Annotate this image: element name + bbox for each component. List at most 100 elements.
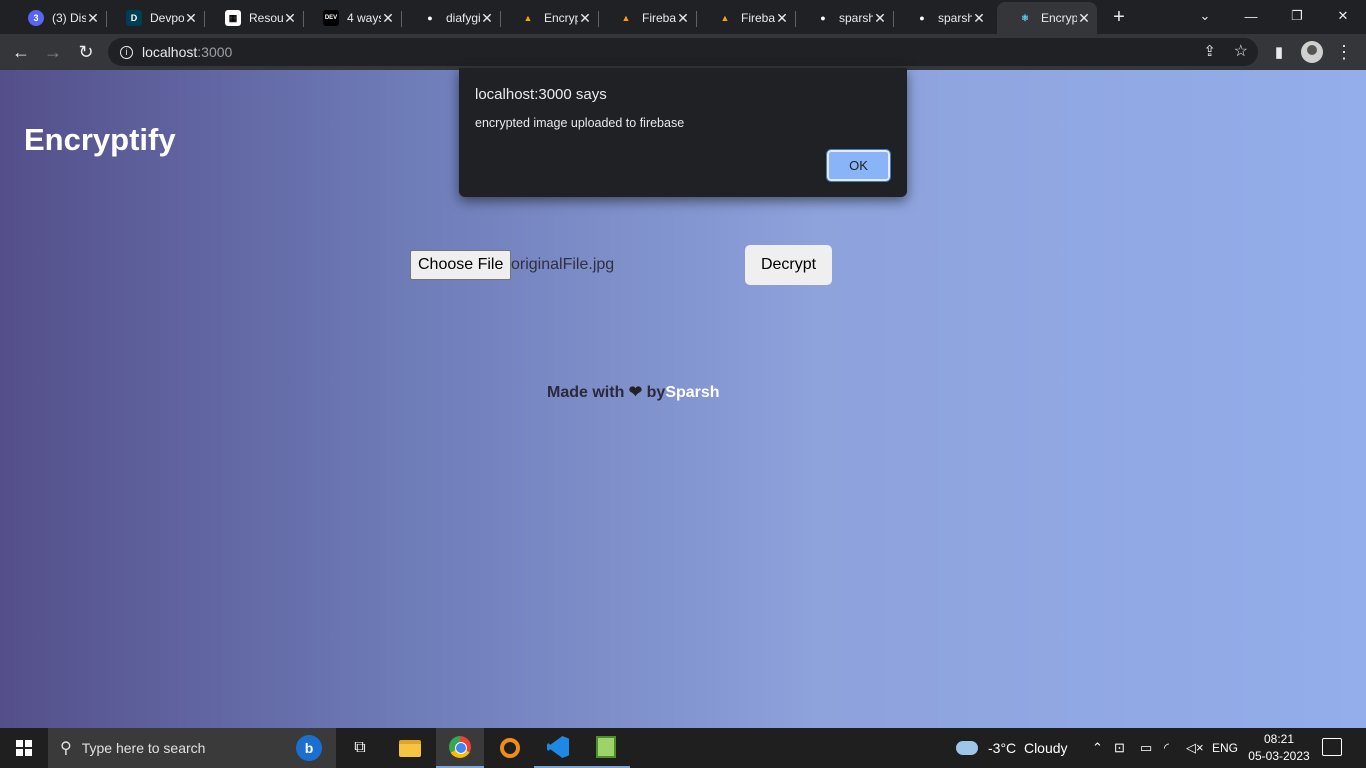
discord-icon: 3: [28, 10, 44, 26]
battery-icon[interactable]: ▭: [1140, 728, 1152, 768]
site-info-icon[interactable]: i: [120, 45, 133, 59]
decrypt-button[interactable]: Decrypt: [745, 245, 832, 285]
browser-tab[interactable]: ● sparsh ✕: [795, 4, 894, 32]
tab-title: sparsh: [938, 11, 972, 25]
firebase-icon: ▲: [621, 13, 631, 23]
tab-title: Devpo: [150, 11, 184, 25]
tab-search-icon[interactable]: ⌄: [1182, 0, 1228, 32]
windows-logo-icon: [16, 740, 32, 756]
brand-title: Encryptify: [24, 122, 176, 157]
chrome-taskbar-icon[interactable]: [436, 728, 484, 768]
reload-icon[interactable]: ↻: [73, 39, 99, 65]
search-app-icon[interactable]: [486, 728, 534, 768]
github-icon: ●: [820, 13, 826, 23]
react-icon: ⚛: [1020, 12, 1030, 23]
heart-icon: ❤: [628, 384, 643, 401]
notepad-plus-plus-icon[interactable]: [582, 728, 630, 768]
browser-tab[interactable]: ▲ Firebas✕: [697, 4, 796, 32]
meet-now-icon[interactable]: ⊡: [1114, 728, 1125, 768]
taskbar-search-box[interactable]: ⚲ Type here to search b: [48, 728, 336, 768]
tab-title: sparsh: [839, 11, 873, 25]
volume-muted-icon[interactable]: ◁×: [1186, 728, 1204, 768]
browser-tab[interactable]: ⚛ Encryp ✕: [997, 2, 1097, 34]
devpost-icon: D: [126, 10, 142, 26]
author-link[interactable]: Sparsh: [665, 384, 719, 401]
task-view-icon[interactable]: ⧉: [336, 728, 384, 768]
language-indicator[interactable]: ENG: [1212, 728, 1238, 768]
selected-file-name: originalFile.jpg: [511, 256, 615, 273]
footer-by: by: [642, 384, 666, 401]
profile-avatar[interactable]: [1301, 41, 1323, 63]
wifi-icon[interactable]: ◜: [1164, 728, 1169, 768]
search-icon: ⚲: [60, 740, 72, 757]
tab-title: (3) Dis: [52, 11, 86, 25]
tab-title: diafygi: [446, 11, 480, 25]
browser-tab[interactable]: ▲ Encrypt✕: [500, 4, 599, 32]
tab-close-icon[interactable]: ✕: [480, 10, 494, 27]
alert-dialog: localhost:3000 says encrypted image uplo…: [459, 68, 907, 197]
browser-tab-strip: 3(3) Dis✕DDevpo✕▦Resour✕DEV4 ways✕●diafy…: [0, 0, 1366, 34]
clock-date: 05-03-2023: [1248, 749, 1310, 763]
github-icon: ●: [427, 13, 433, 23]
url-port: :3000: [197, 44, 233, 60]
tab-close-icon[interactable]: ✕: [676, 10, 690, 27]
browser-tab[interactable]: D Devpo ✕: [106, 4, 205, 32]
browser-tab[interactable]: ▦ Resour✕: [205, 4, 304, 32]
share-icon[interactable]: ⇪: [1203, 42, 1216, 60]
menu-kebab-icon[interactable]: ⋮: [1331, 39, 1357, 65]
system-clock[interactable]: 08:21 05-03-2023: [1244, 731, 1314, 765]
bing-icon[interactable]: b: [296, 735, 322, 761]
browser-tab[interactable]: ● sparsh ✕: [894, 4, 992, 32]
footer-prefix: Made with: [547, 384, 629, 401]
bookmark-star-icon[interactable]: ☆: [1234, 41, 1248, 61]
cloud-icon: [956, 741, 978, 755]
tab-close-icon[interactable]: ✕: [283, 10, 297, 27]
show-hidden-icons[interactable]: ⌃: [1092, 728, 1103, 768]
tab-close-icon[interactable]: ✕: [184, 10, 198, 27]
address-bar[interactable]: i localhost:3000 ⇪ ☆: [108, 38, 1258, 66]
choose-file-button[interactable]: Choose File: [410, 250, 512, 280]
start-button[interactable]: [0, 728, 48, 768]
tab-close-icon[interactable]: ✕: [1077, 10, 1091, 27]
tab-title: Resour: [249, 11, 283, 25]
weather-text: Cloudy: [1023, 740, 1068, 756]
firebase-icon: ▲: [523, 13, 533, 23]
tab-close-icon[interactable]: ✕: [381, 10, 395, 27]
tab-title: Firebas: [642, 11, 676, 25]
forward-icon[interactable]: →: [40, 39, 66, 65]
tab-close-icon[interactable]: ✕: [86, 10, 100, 27]
weather-widget[interactable]: -3°C Cloudy: [956, 728, 1068, 768]
alert-message: encrypted image uploaded to firebase: [475, 116, 685, 130]
close-window-button[interactable]: ✕: [1320, 0, 1366, 32]
browser-tab[interactable]: ▲ Firebas✕: [598, 4, 697, 32]
dev-icon: DEV: [323, 10, 339, 26]
new-tab-button[interactable]: +: [1108, 6, 1130, 28]
firebase-icon: ▲: [720, 13, 730, 23]
tab-close-icon[interactable]: ✕: [578, 10, 592, 27]
alert-title: localhost:3000 says: [475, 86, 607, 103]
file-explorer-icon[interactable]: [386, 728, 434, 768]
browser-tab[interactable]: DEV 4 ways ✕: [303, 4, 402, 32]
github-icon: ●: [919, 13, 925, 23]
restore-button[interactable]: ❐: [1274, 0, 1320, 32]
tab-close-icon[interactable]: ✕: [972, 10, 986, 27]
tab-close-icon[interactable]: ✕: [775, 10, 789, 27]
tab-title: Encryp: [1041, 11, 1077, 25]
tab-title: Encrypt: [544, 11, 578, 25]
back-icon[interactable]: ←: [8, 39, 34, 65]
search-placeholder: Type here to search: [81, 740, 206, 756]
qr-icon: ▦: [225, 10, 241, 26]
tab-title: Firebas: [741, 11, 775, 25]
side-panel-icon[interactable]: ▮: [1266, 39, 1292, 65]
clock-time: 08:21: [1263, 732, 1295, 746]
tab-close-icon[interactable]: ✕: [873, 10, 887, 27]
windows-taskbar: ⚲ Type here to search b ⧉ -3°C Cloudy ⌃ …: [0, 728, 1366, 768]
weather-temp: -3°C: [988, 740, 1017, 756]
browser-tab[interactable]: 3 (3) Dis ✕: [8, 4, 107, 32]
browser-tab[interactable]: ● diafygi ✕: [402, 4, 501, 32]
url-host: localhost: [142, 44, 198, 60]
notification-center-icon[interactable]: [1322, 738, 1342, 756]
minimize-button[interactable]: —: [1228, 0, 1274, 32]
alert-ok-button[interactable]: OK: [826, 149, 891, 182]
vscode-icon[interactable]: [534, 728, 582, 768]
